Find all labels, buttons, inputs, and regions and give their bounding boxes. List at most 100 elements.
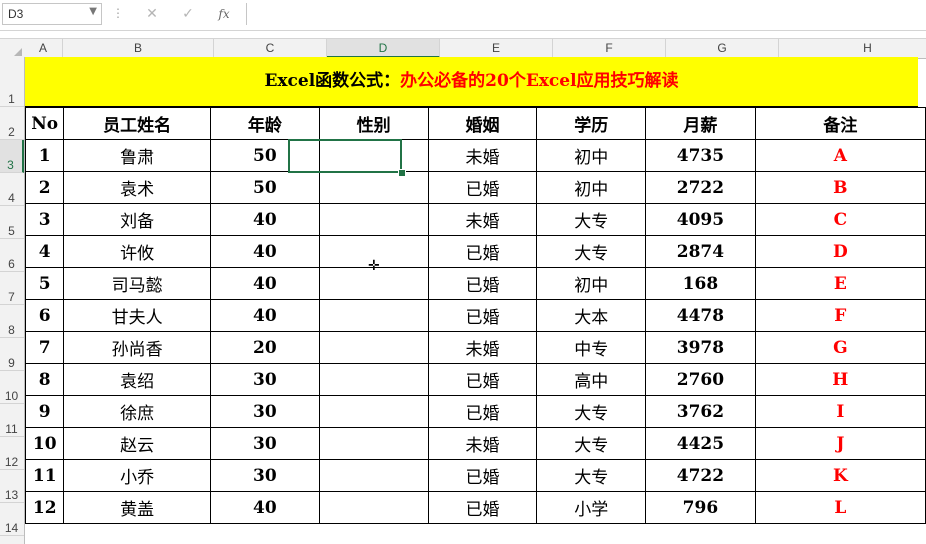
row-header-12[interactable]: 12 [0, 437, 24, 470]
cell-c14[interactable]: 40 [209, 491, 320, 524]
cell-a8[interactable]: 6 [25, 299, 65, 332]
row-header-11[interactable]: 11 [0, 404, 24, 437]
cell-a9[interactable]: 7 [25, 331, 65, 364]
cell-c8[interactable]: 40 [209, 299, 320, 332]
row-header-14[interactable]: 14 [0, 503, 24, 536]
cell-b13[interactable]: 小乔 [63, 459, 211, 492]
column-header-h[interactable]: H [779, 39, 926, 58]
cell-f13[interactable]: 大专 [536, 459, 647, 492]
cell-e5[interactable]: 未婚 [427, 203, 538, 236]
column-header-a[interactable]: A [24, 39, 63, 58]
cell-g6[interactable]: 2874 [645, 235, 756, 268]
row-header-8[interactable]: 8 [0, 305, 24, 338]
insert-function-button[interactable]: fx [213, 4, 235, 24]
cell-c4[interactable]: 50 [209, 171, 320, 204]
header-cell[interactable]: 员工姓名 [63, 107, 211, 140]
fill-handle[interactable] [398, 169, 406, 177]
row-header-10[interactable]: 10 [0, 371, 24, 404]
cell-d14[interactable] [318, 491, 429, 524]
column-header-g[interactable]: G [666, 39, 779, 58]
worksheet-grid[interactable]: Excel函数公式：办公必备的20个Excel应用技巧解读 No 员工姓名 年龄 性别… [25, 57, 926, 544]
enter-formula-button[interactable]: ✓ [177, 4, 199, 24]
cell-f8[interactable]: 大本 [536, 299, 647, 332]
cell-g9[interactable]: 3978 [645, 331, 756, 364]
column-header-c[interactable]: C [214, 39, 327, 58]
cell-d5[interactable] [318, 203, 429, 236]
cell-c11[interactable]: 30 [209, 395, 320, 428]
cell-a4[interactable]: 2 [25, 171, 65, 204]
cell-c3[interactable]: 50 [209, 139, 320, 172]
row-header-13[interactable]: 13 [0, 470, 24, 503]
cell-d4[interactable] [318, 171, 429, 204]
formula-input[interactable] [246, 3, 926, 25]
cell-f12[interactable]: 大专 [536, 427, 647, 460]
cell-c12[interactable]: 30 [209, 427, 320, 460]
cell-e14[interactable]: 已婚 [427, 491, 538, 524]
cell-g10[interactable]: 2760 [645, 363, 756, 396]
cell-a13[interactable]: 11 [25, 459, 65, 492]
column-header-e[interactable]: E [440, 39, 553, 58]
cell-f3[interactable]: 初中 [536, 139, 647, 172]
row-header-2[interactable]: 2 [0, 107, 24, 140]
cell-e12[interactable]: 未婚 [427, 427, 538, 460]
cell-g14[interactable]: 796 [645, 491, 756, 524]
cell-a7[interactable]: 5 [25, 267, 65, 300]
cell-b12[interactable]: 赵云 [63, 427, 211, 460]
cell-f11[interactable]: 大专 [536, 395, 647, 428]
cell-f10[interactable]: 高中 [536, 363, 647, 396]
cell-f6[interactable]: 大专 [536, 235, 647, 268]
chevron-down-icon[interactable]: ▼ [89, 6, 97, 17]
cell-f14[interactable]: 小学 [536, 491, 647, 524]
cell-e6[interactable]: 已婚 [427, 235, 538, 268]
row-header-3[interactable]: 3 [0, 140, 24, 173]
cell-g3[interactable]: 4735 [645, 139, 756, 172]
cell-d13[interactable] [318, 459, 429, 492]
header-cell[interactable]: 学历 [536, 107, 647, 140]
cell-b6[interactable]: 许攸 [63, 235, 211, 268]
cell-f5[interactable]: 大专 [536, 203, 647, 236]
cell-b11[interactable]: 徐庶 [63, 395, 211, 428]
cell-f7[interactable]: 初中 [536, 267, 647, 300]
cell-d8[interactable] [318, 299, 429, 332]
cell-e13[interactable]: 已婚 [427, 459, 538, 492]
header-cell[interactable]: 婚姻 [427, 107, 538, 140]
cell-d11[interactable] [318, 395, 429, 428]
cell-h3[interactable]: A [754, 139, 926, 172]
cell-e3[interactable]: 未婚 [427, 139, 538, 172]
cell-b7[interactable]: 司马懿 [63, 267, 211, 300]
cell-h8[interactable]: F [754, 299, 926, 332]
cell-h5[interactable]: C [754, 203, 926, 236]
cell-a3[interactable]: 1 [25, 139, 65, 172]
cell-h9[interactable]: G [754, 331, 926, 364]
cell-c10[interactable]: 30 [209, 363, 320, 396]
cell-d9[interactable] [318, 331, 429, 364]
cell-f9[interactable]: 中专 [536, 331, 647, 364]
cell-a11[interactable]: 9 [25, 395, 65, 428]
cell-b5[interactable]: 刘备 [63, 203, 211, 236]
column-header-b[interactable]: B [63, 39, 214, 58]
row-header-1[interactable]: 1 [0, 57, 24, 107]
cell-b4[interactable]: 袁术 [63, 171, 211, 204]
row-header-4[interactable]: 4 [0, 173, 24, 206]
cell-h12[interactable]: J [754, 427, 926, 460]
cell-d10[interactable] [318, 363, 429, 396]
cell-e8[interactable]: 已婚 [427, 299, 538, 332]
cell-a12[interactable]: 10 [25, 427, 65, 460]
cell-g13[interactable]: 4722 [645, 459, 756, 492]
cell-c9[interactable]: 20 [209, 331, 320, 364]
cell-h6[interactable]: D [754, 235, 926, 268]
column-header-d[interactable]: D [327, 39, 440, 58]
cell-c6[interactable]: 40 [209, 235, 320, 268]
row-header-5[interactable]: 5 [0, 206, 24, 239]
cell-a10[interactable]: 8 [25, 363, 65, 396]
cell-h4[interactable]: B [754, 171, 926, 204]
cell-g5[interactable]: 4095 [645, 203, 756, 236]
cancel-formula-button[interactable]: ✕ [141, 4, 163, 24]
cell-e10[interactable]: 已婚 [427, 363, 538, 396]
cell-e7[interactable]: 已婚 [427, 267, 538, 300]
cell-f4[interactable]: 初中 [536, 171, 647, 204]
select-all-button[interactable] [0, 39, 24, 58]
cell-b10[interactable]: 袁绍 [63, 363, 211, 396]
cell-e11[interactable]: 已婚 [427, 395, 538, 428]
header-cell[interactable]: 备注 [754, 107, 926, 140]
